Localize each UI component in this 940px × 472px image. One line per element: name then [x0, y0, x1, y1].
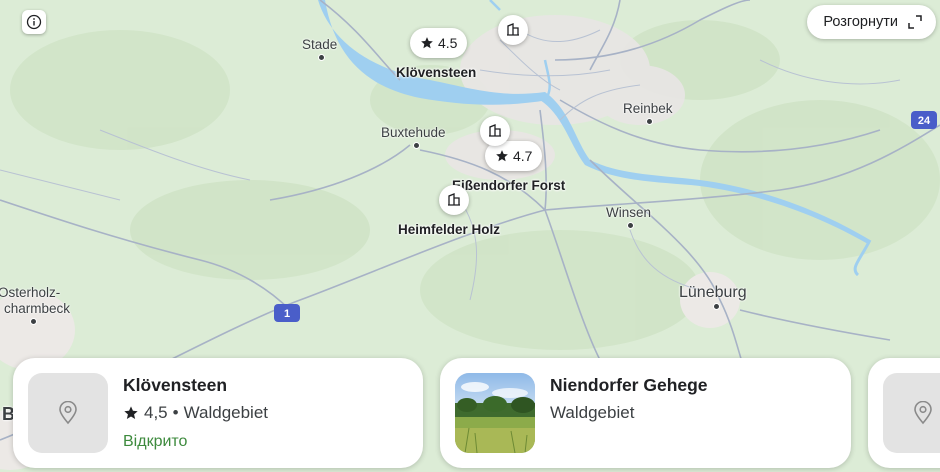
expand-label: Розгорнути — [823, 14, 898, 30]
expand-icon — [908, 15, 922, 29]
info-button[interactable] — [22, 10, 46, 34]
highway-shield-a24: 24 — [911, 111, 937, 129]
card-thumbnail — [455, 373, 535, 453]
city-dot — [713, 303, 720, 310]
result-card-klovensteen[interactable]: Klövensteen 4,5 • Waldgebiet Відкрито — [13, 358, 423, 468]
card-thumbnail — [28, 373, 108, 453]
building-icon — [489, 124, 501, 137]
highway-shield-a1: 1 — [274, 304, 300, 322]
svg-text:24: 24 — [918, 115, 931, 127]
info-icon — [26, 14, 42, 30]
poi-pin-building[interactable] — [498, 15, 528, 45]
city-label-reinbek: Reinbek — [623, 101, 673, 116]
map-pin-icon — [59, 401, 77, 425]
card-status-open: Відкрито — [123, 433, 188, 450]
card-type: Waldgebiet — [550, 403, 635, 422]
place-label-heimfelder-holz[interactable]: Heimfelder Holz — [398, 222, 500, 237]
city-label-stade: Stade — [302, 37, 338, 52]
card-separator: • — [172, 403, 179, 422]
star-icon — [496, 150, 508, 162]
card-meta: 4,5 • Waldgebiet — [123, 403, 268, 423]
star-icon — [124, 406, 138, 419]
card-thumbnail — [883, 373, 940, 453]
rating-value: 4.5 — [438, 35, 458, 51]
city-label-osterholz-2: charmbeck — [4, 301, 71, 316]
place-label-eissendorfer-forst[interactable]: Eißendorfer Forst — [452, 178, 565, 193]
rating-pin-klovensteen[interactable]: 4.5 — [410, 28, 468, 58]
building-icon — [507, 23, 519, 36]
city-dot — [318, 54, 325, 61]
poi-pin-building[interactable] — [439, 185, 469, 215]
city-label-osterholz: Osterholz- — [0, 285, 61, 300]
card-meta: Waldgebiet — [550, 403, 634, 423]
rating-value: 4.7 — [513, 148, 533, 164]
card-rating: 4,5 — [144, 403, 168, 422]
svg-text:1: 1 — [284, 308, 290, 320]
forest-photo — [455, 373, 535, 453]
result-card-niendorfer-gehege[interactable]: Niendorfer Gehege Waldgebiet — [440, 358, 851, 468]
poi-pin-building[interactable] — [480, 116, 510, 146]
city-dot — [413, 142, 420, 149]
card-type: Waldgebiet — [183, 403, 269, 422]
city-dot — [627, 222, 634, 229]
city-label-luneburg: Lüneburg — [679, 284, 747, 301]
city-label-buxtehude: Buxtehude — [381, 125, 446, 140]
card-title: Klövensteen — [123, 375, 228, 395]
expand-button[interactable]: Розгорнути — [807, 5, 936, 39]
city-dot — [646, 118, 653, 125]
result-card-partial[interactable] — [868, 358, 940, 468]
city-label-winsen: Winsen — [606, 205, 652, 220]
place-label-klovensteen[interactable]: Klövensteen — [396, 65, 476, 80]
map-pin-icon — [914, 401, 932, 425]
card-title: Niendorfer Gehege — [550, 375, 708, 395]
city-dot — [30, 318, 37, 325]
star-icon — [421, 37, 433, 49]
building-icon — [448, 193, 460, 206]
